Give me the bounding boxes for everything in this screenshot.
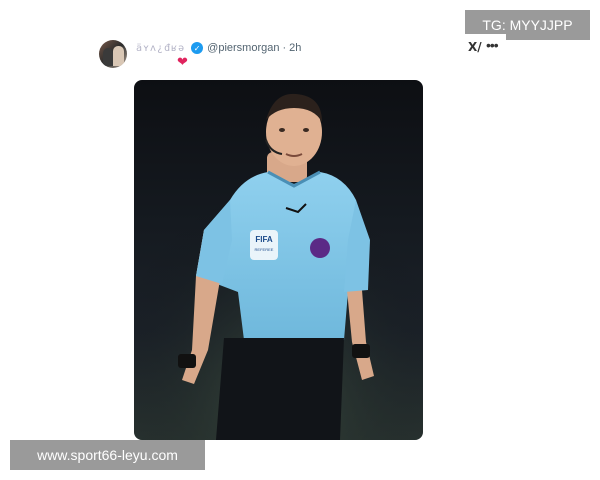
tweet-card[interactable]: äʏʌ¿đʁə ✓ @piersmorgan · 2h ❤ X/ ••• FIF… <box>96 34 506 446</box>
grok-icon[interactable]: X/ <box>468 40 482 54</box>
avatar[interactable] <box>99 40 127 68</box>
separator: · <box>282 42 287 54</box>
tweet-header: äʏʌ¿đʁə ✓ @piersmorgan · 2h <box>136 40 301 56</box>
referee-badge-text: REFEREE <box>255 247 274 252</box>
handle[interactable]: @piersmorgan <box>207 42 279 54</box>
verified-badge-icon: ✓ <box>191 42 204 54</box>
heart-icon[interactable]: ❤ <box>177 55 188 68</box>
referee-illustration: FIFA REFEREE <box>134 80 423 440</box>
fifa-badge-text: FIFA <box>255 235 273 244</box>
watermark-bottom: www.sport66-leyu.com <box>10 440 205 470</box>
more-icon[interactable]: ••• <box>486 37 499 53</box>
display-name[interactable]: äʏʌ¿đʁə <box>136 43 185 54</box>
timestamp[interactable]: 2h <box>289 42 301 54</box>
tweet-photo[interactable]: FIFA REFEREE <box>134 80 423 440</box>
